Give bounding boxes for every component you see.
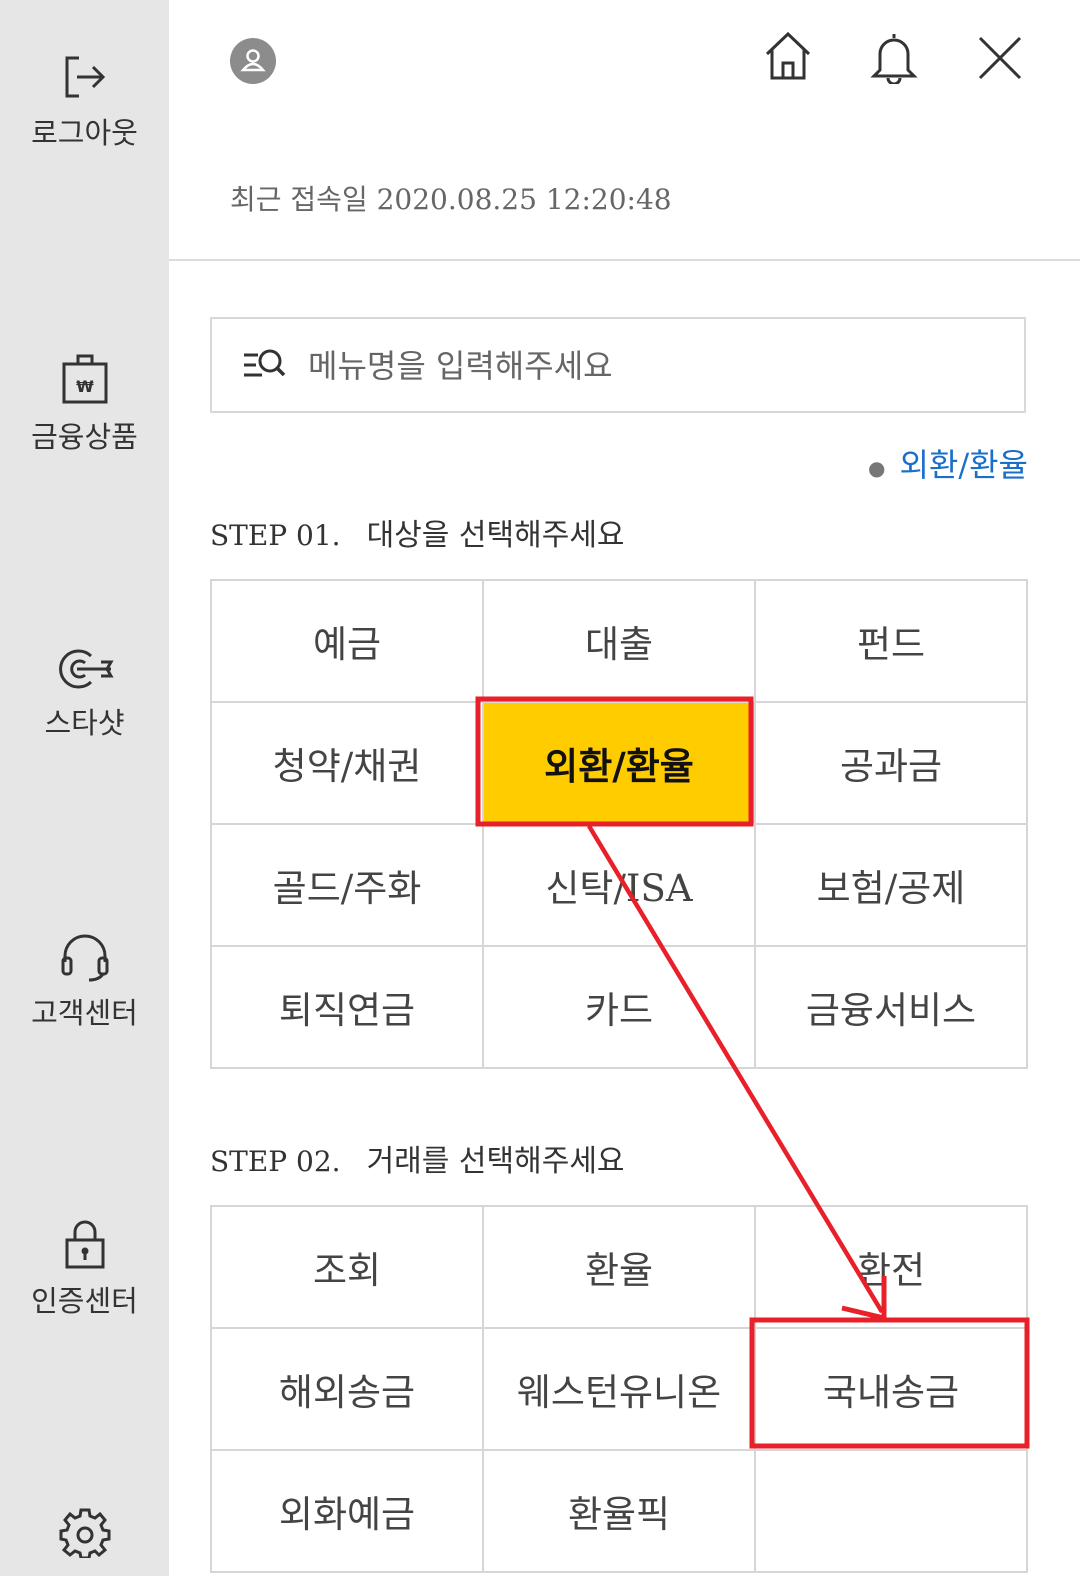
sidebar-item-label: 고객센터 [31,996,138,1030]
home-icon[interactable] [763,30,813,82]
category-insurance[interactable]: 보험/공제 [756,825,1028,947]
step1-number: STEP 01. [210,519,341,552]
bell-icon[interactable] [870,30,918,84]
transaction-domestic-remittance[interactable]: 국내송금 [756,1329,1028,1451]
transaction-western-union[interactable]: 웨스턴유니온 [484,1329,756,1451]
sidebar-item-label: 금융상품 [31,420,138,454]
step1-category-grid: 예금 대출 펀드 청약/채권 외환/환율 공과금 골드/주화 신탁/ISA 보험… [210,579,1028,1069]
category-deposit[interactable]: 예금 [212,581,484,703]
sidebar-item-financial-products[interactable]: ₩ 금융상품 [0,352,169,456]
headset-icon [61,934,108,982]
sidebar: 로그아웃 ₩ 금융상품 스타샷 고객센터 인증센터 [0,0,169,1576]
step2-number: STEP 02. [210,1145,341,1178]
transaction-currency-exchange[interactable]: 환전 [756,1207,1028,1329]
user-icon [240,49,266,72]
transaction-exchange-rate[interactable]: 환율 [484,1207,756,1329]
search-input[interactable] [306,337,990,395]
svg-text:₩: ₩ [76,377,94,396]
sidebar-item-logout[interactable]: 로그아웃 [0,52,169,152]
search-menu-icon [244,349,286,377]
category-loan[interactable]: 대출 [484,581,756,703]
starshot-target-icon [58,649,114,689]
category-trust-isa[interactable]: 신탁/ISA [484,825,756,947]
avatar[interactable] [230,38,276,84]
financial-product-bag-icon: ₩ [62,354,107,404]
header-divider [169,259,1080,261]
category-pension[interactable]: 퇴직연금 [212,947,484,1069]
category-subscription-bond[interactable]: 청약/채권 [212,703,484,825]
lock-icon [65,1220,104,1269]
sidebar-item-label: 스타샷 [44,706,125,740]
sidebar-item-customer-center[interactable]: 고객센터 [0,932,169,1032]
category-card[interactable]: 카드 [484,947,756,1069]
step1-heading: STEP 01. 대상을 선택해주세요 [210,510,625,554]
bullet-dot-icon: ● [868,455,886,480]
sidebar-item-label: 로그아웃 [31,116,138,150]
empty-cell [756,1451,1028,1573]
category-gold-coin[interactable]: 골드/주화 [212,825,484,947]
sidebar-item-certificate-center[interactable]: 인증센터 [0,1220,169,1320]
transaction-inquiry[interactable]: 조회 [212,1207,484,1329]
sidebar-item-label: 인증센터 [31,1284,138,1318]
last-login-time: 최근 접속일 2020.08.25 12:20:48 [230,183,672,216]
step2-title: 거래를 선택해주세요 [366,1144,625,1179]
close-icon[interactable] [978,36,1022,80]
step2-transaction-grid: 조회 환율 환전 해외송금 웨스턴유니온 국내송금 외화예금 환율픽 [210,1205,1028,1573]
breadcrumb[interactable]: ● 외환/환율 [868,440,1028,486]
sidebar-item-settings[interactable] [0,1506,169,1558]
category-utility-bills[interactable]: 공과금 [756,703,1028,825]
step2-heading: STEP 02. 거래를 선택해주세요 [210,1136,625,1180]
transaction-rate-pick[interactable]: 환율픽 [484,1451,756,1573]
gear-icon [59,1508,110,1558]
logout-icon [65,56,105,98]
step1-title: 대상을 선택해주세요 [366,518,625,553]
category-financial-service[interactable]: 금융서비스 [756,947,1028,1069]
category-fund[interactable]: 펀드 [756,581,1028,703]
sidebar-item-starshot[interactable]: 스타샷 [0,646,169,742]
breadcrumb-current: 외환/환율 [899,446,1028,484]
category-foreign-exchange[interactable]: 외환/환율 [484,703,756,825]
transaction-overseas-remittance[interactable]: 해외송금 [212,1329,484,1451]
menu-search-box[interactable] [210,317,1026,413]
transaction-foreign-currency-deposit[interactable]: 외화예금 [212,1451,484,1573]
